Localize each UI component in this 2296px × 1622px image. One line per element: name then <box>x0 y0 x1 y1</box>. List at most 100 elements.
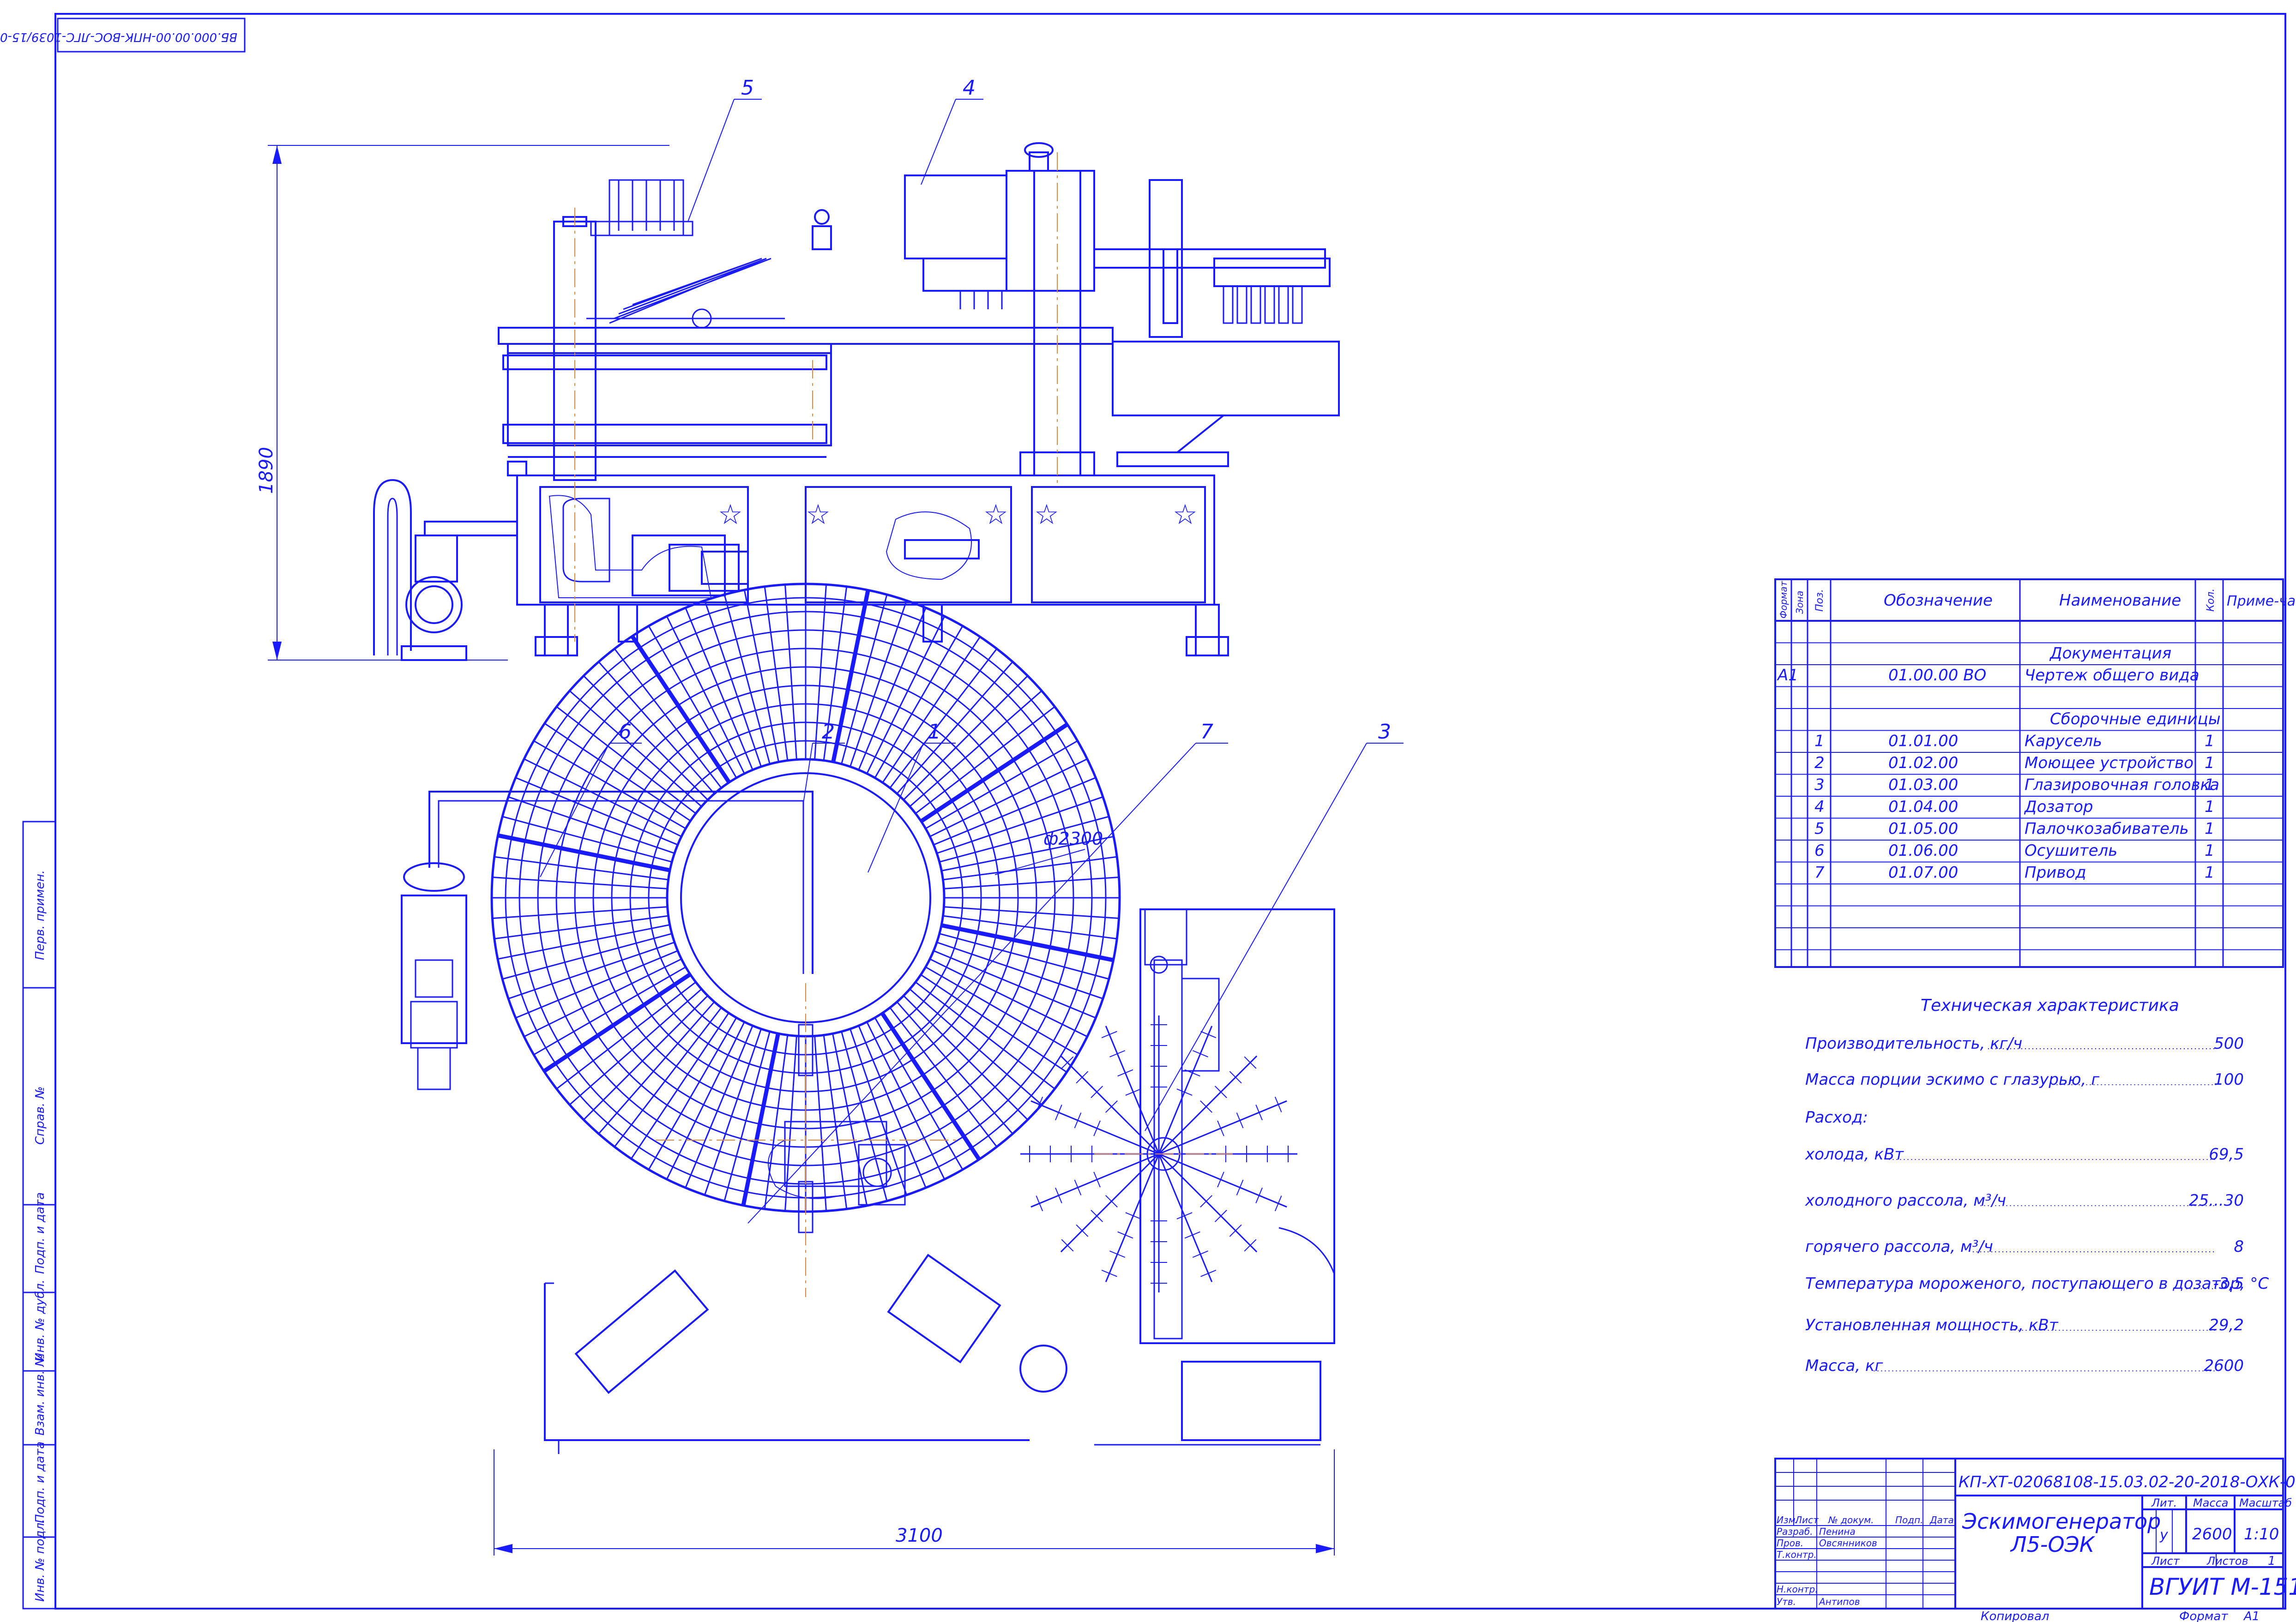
spec-name: Глазировочная головка <box>2025 776 2219 794</box>
strip-label-7: Инв. № подл. <box>33 1519 47 1602</box>
strip-label-6: Подп. и дата <box>33 1442 47 1523</box>
callout-1: 1 <box>928 720 941 744</box>
doc-stamp: ВБ.000.00.00-НПК-ВОС-ЛГС-1039/15-000.003… <box>0 30 237 44</box>
svg-text:☆: ☆ <box>1173 499 1198 531</box>
spec-name: Чертеж общего вида <box>2025 666 2200 685</box>
tech-label: Производительность, кг/ч <box>1805 1034 2022 1053</box>
svg-text:☆: ☆ <box>718 499 743 531</box>
dim-diameter: ф2300 <box>1043 829 1103 849</box>
spec-qty: 1 <box>2205 776 2215 794</box>
spec-h-name: Наименование <box>2059 591 2181 610</box>
tech-value: 2600 <box>2204 1357 2244 1375</box>
tech-value: 8 <box>2234 1238 2244 1256</box>
tech-value: -3,5 <box>2213 1274 2244 1293</box>
tech-title: Техническая характеристика <box>1921 996 2179 1015</box>
tech-value: 69,5 <box>2209 1145 2244 1164</box>
callout-6: 6 <box>619 720 632 744</box>
spec-qty: 1 <box>2205 820 2215 838</box>
strip-label-1: Перв. примен. <box>33 870 47 960</box>
spec-h-note: Приме-чание <box>2227 593 2296 609</box>
tech-value: 29,2 <box>2209 1316 2244 1334</box>
mass-value: 2600 <box>2192 1525 2232 1544</box>
spec-name: Привод <box>2025 864 2086 882</box>
spec-pos: 3 <box>1814 776 1825 794</box>
spec-name: Сборочные единицы <box>2050 710 2221 728</box>
spec-name: Документация <box>2049 644 2171 663</box>
spec-qty: 1 <box>2205 798 2215 816</box>
scale-label: Масштаб <box>2239 1496 2292 1509</box>
spec-pos: 6 <box>1814 841 1825 860</box>
spec-designation: 01.06.00 <box>1888 841 1958 860</box>
spec-designation: 01.00.00 ВО <box>1888 666 1986 685</box>
doc-number: КП-ХТ-02068108-15.03.02-20-2018-ОХК-00.0… <box>1959 1473 2296 1491</box>
lit-label: Лит. <box>2151 1496 2177 1509</box>
callout-5: 5 <box>741 76 754 100</box>
svg-text:☆: ☆ <box>806 499 831 531</box>
scale-value: 1:10 <box>2244 1525 2279 1544</box>
role-6-name: Антипов <box>1818 1596 1860 1607</box>
svg-text:☆: ☆ <box>1034 499 1059 531</box>
tech-label: Установленная мощность, кВт <box>1805 1316 2059 1334</box>
spec-pos: 4 <box>1814 798 1825 816</box>
tech-label: Масса порции эскимо с глазурью, г <box>1805 1070 2100 1089</box>
spec-designation: 01.03.00 <box>1888 776 1958 794</box>
tech-label: Масса, кг <box>1805 1357 1884 1375</box>
org-name: ВГУИТ М-151 <box>2149 1574 2296 1600</box>
tech-value: 25...30 <box>2189 1191 2244 1210</box>
format-value: А1 <box>2243 1610 2260 1622</box>
drawing-sheet: ВБ.000.00.00-НПК-ВОС-ЛГС-1039/15-000.003… <box>0 0 2296 1622</box>
spec-qty: 1 <box>2205 732 2215 751</box>
spec-pos: 7 <box>1814 864 1825 882</box>
sheet-label: Лист <box>2151 1555 2180 1568</box>
spec-designation: 01.01.00 <box>1888 732 1958 751</box>
tech-label: Расход: <box>1805 1108 1868 1127</box>
callout-2: 2 <box>822 720 835 744</box>
dim-1890: 1890 <box>256 447 277 494</box>
sheets-label: Листов <box>2206 1555 2248 1568</box>
role-1: Разраб. <box>1777 1526 1813 1537</box>
role-3: Т.контр. <box>1777 1549 1817 1560</box>
svg-text:☆: ☆ <box>983 499 1008 531</box>
spec-designation: 01.04.00 <box>1888 798 1958 816</box>
spec-name: Палочкозабиватель <box>2025 820 2189 838</box>
dim-3100: 3100 <box>896 1525 943 1546</box>
tech-label: холода, кВт <box>1805 1145 1904 1164</box>
spec-h-pos: Поз. <box>1814 589 1826 612</box>
lit-value: у <box>2159 1527 2169 1543</box>
tech-label: Температура мороженого, поступающего в д… <box>1805 1274 2269 1293</box>
tech-value: 100 <box>2214 1070 2244 1089</box>
tech-value: 500 <box>2214 1034 2244 1053</box>
role-2: Пров. <box>1777 1538 1803 1549</box>
tb-col-sign: Подп. <box>1895 1514 1923 1526</box>
strip-label-3: Подп. и дата <box>33 1192 47 1274</box>
callout-4: 4 <box>963 76 976 100</box>
spec-name: Дозатор <box>2024 798 2093 816</box>
strip-label-4: Инв. № дубл. <box>33 1280 47 1362</box>
spec-name: Моющее устройство <box>2025 754 2194 772</box>
tb-col-list: Лист <box>1795 1514 1819 1526</box>
spec-format: А1 <box>1777 666 1798 685</box>
spec-designation: 01.07.00 <box>1888 864 1958 882</box>
role-1-name: Пенина <box>1819 1526 1856 1537</box>
spec-h-qty: Кол. <box>2205 589 2217 612</box>
callout-3: 3 <box>1378 720 1391 744</box>
format-label: Формат <box>2179 1610 2228 1622</box>
spec-pos: 1 <box>1814 732 1825 751</box>
spec-designation: 01.02.00 <box>1888 754 1958 772</box>
spec-h-designation: Обозначение <box>1884 591 1993 610</box>
spec-qty: 1 <box>2205 754 2215 772</box>
spec-pos: 5 <box>1814 820 1825 838</box>
mass-label: Масса <box>2193 1496 2229 1509</box>
spec-pos: 2 <box>1814 754 1825 772</box>
role-2-name: Овсянников <box>1819 1538 1877 1549</box>
role-6: Утв. <box>1777 1596 1796 1607</box>
role-5: Н.контр. <box>1777 1584 1818 1595</box>
sheets-value: 1 <box>2268 1554 2276 1568</box>
spec-h-format: Формат <box>1778 581 1789 619</box>
copied-label: Копировал <box>1981 1610 2049 1622</box>
spec-name: Карусель <box>2025 732 2102 751</box>
tb-col-doc: № докум. <box>1828 1514 1874 1526</box>
spec-qty: 1 <box>2205 864 2215 882</box>
product-name-2: Л5-ОЭК <box>2010 1532 2096 1557</box>
product-name-1: Эскимогенератор <box>1962 1509 2161 1534</box>
